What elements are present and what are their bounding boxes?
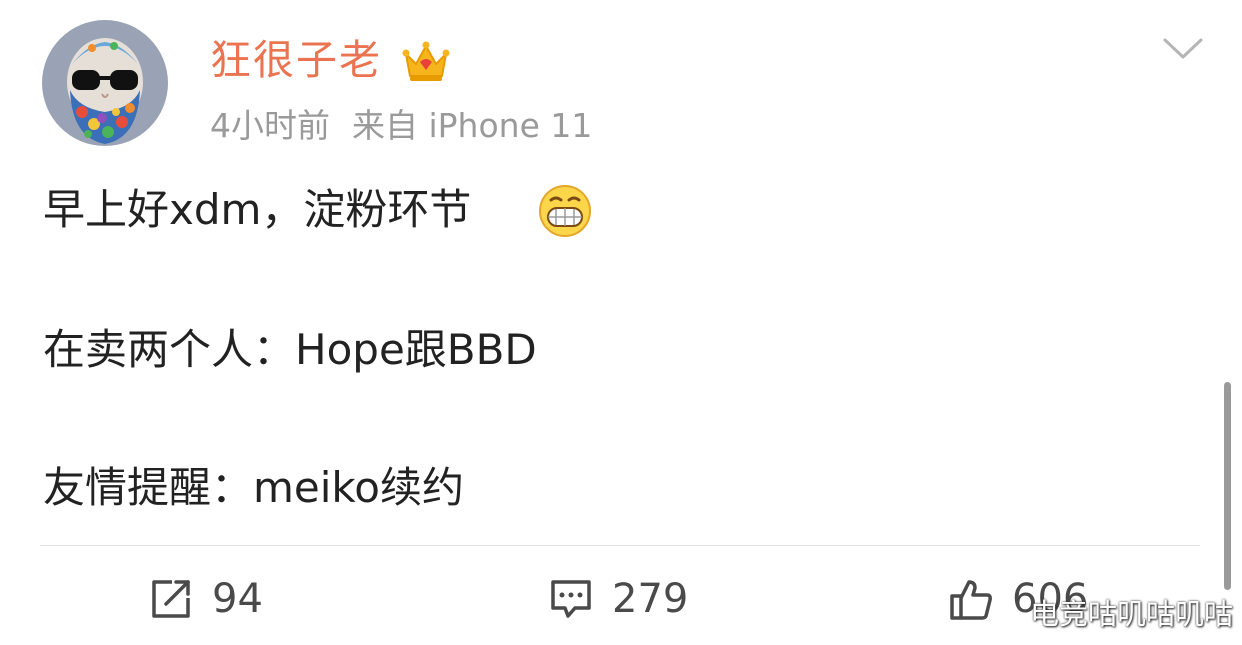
comment-button[interactable]: 279 (548, 572, 688, 626)
share-count: 94 (212, 576, 263, 622)
divider (40, 545, 1200, 546)
post-source[interactable]: 来自 iPhone 11 (352, 106, 592, 145)
comment-count: 279 (612, 576, 689, 622)
post-text-line: 在卖两个人：Hope跟BBD (43, 325, 537, 374)
avatar-image (42, 20, 168, 146)
post-text-line: 友情提醒：meiko续约 (43, 463, 464, 512)
thumbs-up-icon (950, 580, 992, 620)
post-time: 4小时前 (210, 106, 330, 145)
weibo-post-card: 狂很子老 4小时前 来自 iPhone 11 早上好xdm，淀粉环节 在卖两个人：… (0, 0, 1242, 645)
chevron-down-icon[interactable] (1162, 36, 1204, 62)
comment-icon (551, 580, 591, 618)
crown-icon[interactable] (402, 40, 450, 84)
grin-emoji-icon (539, 185, 591, 237)
post-text-line: 早上好xdm，淀粉环节 (43, 185, 472, 234)
watermark: 电竞咕叽咕叽咕 (1030, 597, 1234, 631)
vertical-scrollbar[interactable] (1224, 382, 1231, 590)
share-button[interactable]: 94 (148, 572, 263, 626)
share-icon (152, 580, 190, 618)
author-name[interactable]: 狂很子老 (210, 32, 382, 88)
author-avatar[interactable] (42, 20, 168, 146)
post-meta: 4小时前 来自 iPhone 11 (210, 104, 592, 148)
